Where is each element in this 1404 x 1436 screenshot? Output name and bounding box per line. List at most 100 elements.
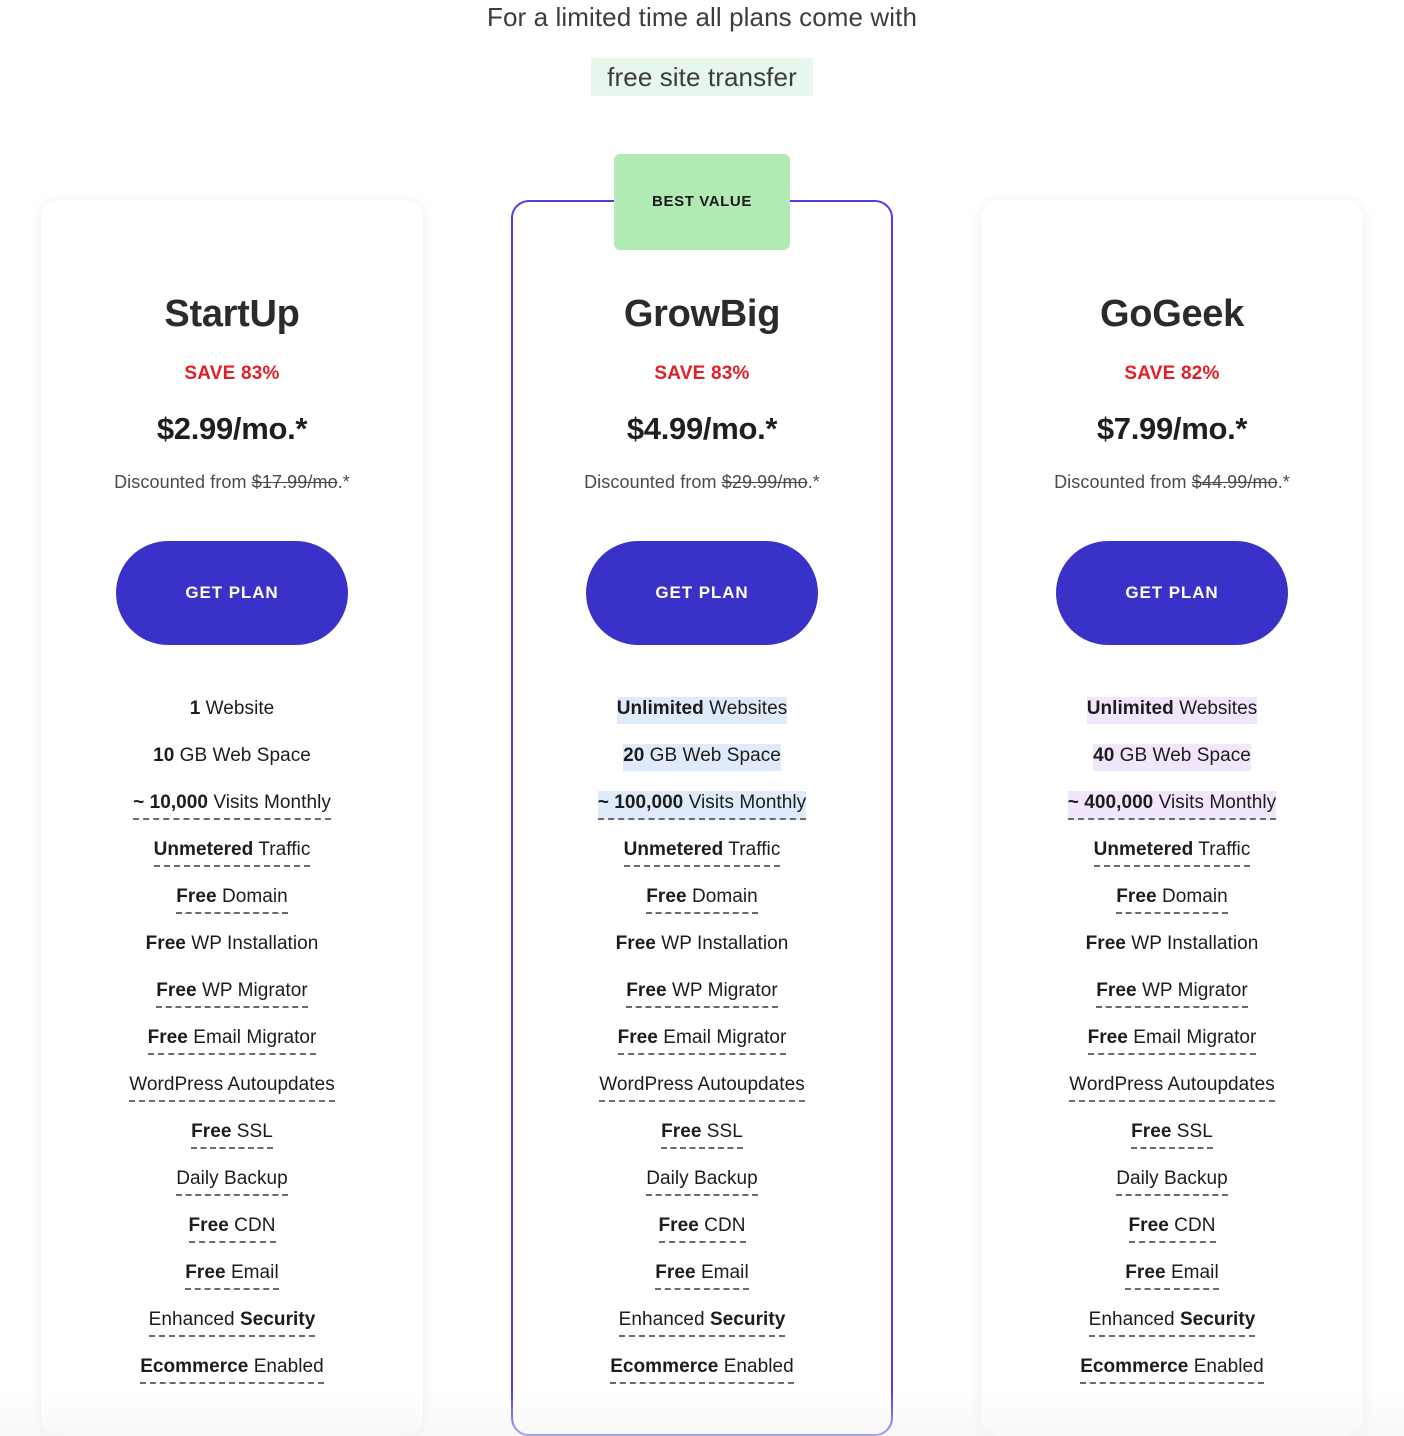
feature-rest: GB Web Space	[174, 745, 311, 766]
feature-rest: Email Migrator	[657, 1027, 787, 1048]
get-plan-button[interactable]: GET PLAN	[1056, 541, 1288, 645]
feature-text[interactable]: Free WP Migrator	[156, 979, 308, 1008]
feature-emphasis: 1	[189, 698, 201, 719]
feature-text[interactable]: Free Email	[1125, 1261, 1219, 1290]
feature-emphasis: 40	[1093, 745, 1115, 766]
discount-original-price: $29.99/mo	[721, 472, 808, 492]
feature-rest: Daily Backup	[646, 1168, 758, 1189]
feature-text[interactable]: Unmetered Traffic	[1093, 838, 1251, 867]
feature-text[interactable]: Free Email Migrator	[617, 1026, 787, 1055]
feature-item: Free WP Migrator	[67, 979, 397, 1026]
feature-item: Free Email	[67, 1261, 397, 1308]
feature-text[interactable]: Enhanced Security	[148, 1308, 316, 1337]
feature-rest: Enhanced	[618, 1309, 710, 1330]
feature-rest: Email	[1165, 1262, 1219, 1283]
feature-emphasis: Free	[1096, 980, 1137, 1001]
feature-rest: Email	[695, 1262, 749, 1283]
feature-text[interactable]: Free SSL	[191, 1120, 273, 1149]
feature-item: Daily Backup	[1007, 1167, 1337, 1214]
feature-item: Free Email Migrator	[67, 1026, 397, 1073]
feature-emphasis: Free	[646, 886, 687, 907]
promo-header: For a limited time all plans come with f…	[0, 0, 1404, 96]
feature-text[interactable]: Free SSL	[661, 1120, 743, 1149]
feature-text[interactable]: Unmetered Traffic	[153, 838, 311, 867]
feature-rest: Domain	[216, 886, 288, 907]
pricing-card-list: StartUp SAVE 83% $2.99/mo.* Discounted from…	[0, 154, 1404, 1436]
promo-headline: For a limited time all plans come with	[486, 2, 918, 32]
feature-text[interactable]: Enhanced Security	[1088, 1308, 1256, 1337]
discount-suffix: .*	[337, 472, 350, 492]
feature-text[interactable]: Free Domain	[1116, 885, 1228, 914]
feature-item: 1 Website	[67, 697, 397, 744]
feature-item: WordPress Autoupdates	[1007, 1073, 1337, 1120]
discount-original-price: $17.99/mo	[251, 472, 338, 492]
feature-text: Free WP Installation	[1086, 932, 1259, 959]
feature-rest: Email Migrator	[187, 1027, 317, 1048]
feature-item: Unlimited Websites	[1007, 697, 1337, 744]
feature-text[interactable]: Free WP Migrator	[1096, 979, 1248, 1008]
feature-item: Free WP Installation	[1007, 932, 1337, 979]
feature-item: 20 GB Web Space	[539, 744, 865, 791]
feature-item: Free SSL	[539, 1120, 865, 1167]
feature-emphasis: Free	[145, 933, 186, 954]
feature-text[interactable]: Ecommerce Enabled	[610, 1355, 794, 1384]
feature-text[interactable]: Free Domain	[646, 885, 758, 914]
feature-emphasis-trailing: Security	[1179, 1309, 1256, 1330]
feature-text[interactable]: Free CDN	[1128, 1214, 1216, 1243]
feature-rest: Traffic	[1193, 839, 1251, 860]
feature-item: Unmetered Traffic	[1007, 838, 1337, 885]
feature-text[interactable]: ~ 10,000 Visits Monthly	[133, 791, 331, 820]
feature-text[interactable]: ~ 400,000 Visits Monthly	[1067, 791, 1277, 820]
feature-emphasis: ~ 10,000	[133, 792, 208, 813]
feature-text[interactable]: Daily Backup	[646, 1167, 758, 1196]
feature-text: 1 Website	[190, 697, 275, 724]
feature-emphasis: Free	[1131, 1121, 1172, 1142]
feature-text[interactable]: WordPress Autoupdates	[129, 1073, 335, 1102]
feature-text[interactable]: Ecommerce Enabled	[140, 1355, 324, 1384]
feature-rest: WP Installation	[185, 933, 319, 954]
feature-emphasis: Free	[188, 1215, 229, 1236]
feature-rest: GB Web Space	[1114, 745, 1251, 766]
feature-text[interactable]: ~ 100,000 Visits Monthly	[597, 791, 807, 820]
feature-text[interactable]: Free CDN	[188, 1214, 276, 1243]
feature-text[interactable]: Free Email Migrator	[147, 1026, 317, 1055]
feature-item: Enhanced Security	[67, 1308, 397, 1355]
get-plan-button[interactable]: GET PLAN	[586, 541, 818, 645]
feature-text[interactable]: Free Email	[185, 1261, 279, 1290]
feature-item: Unlimited Websites	[539, 697, 865, 744]
feature-text[interactable]: Free CDN	[658, 1214, 746, 1243]
get-plan-button[interactable]: GET PLAN	[116, 541, 348, 645]
discount-suffix: .*	[807, 472, 820, 492]
feature-text[interactable]: Daily Backup	[1116, 1167, 1228, 1196]
feature-item: 10 GB Web Space	[67, 744, 397, 791]
feature-item: Daily Backup	[67, 1167, 397, 1214]
feature-text[interactable]: WordPress Autoupdates	[599, 1073, 805, 1102]
feature-text[interactable]: Free Domain	[176, 885, 288, 914]
feature-emphasis: Free	[1125, 1262, 1166, 1283]
feature-rest: Enhanced	[1088, 1309, 1180, 1330]
feature-emphasis: Unlimited	[1086, 698, 1174, 719]
feature-rest: CDN	[1168, 1215, 1216, 1236]
feature-text[interactable]: Free SSL	[1131, 1120, 1213, 1149]
pricing-card-growbig: BEST VALUE GrowBig SAVE 83% $4.99/mo.* Disco…	[511, 154, 893, 1436]
feature-text[interactable]: Free Email Migrator	[1087, 1026, 1257, 1055]
discount-suffix: .*	[1277, 472, 1290, 492]
feature-rest: WordPress Autoupdates	[129, 1074, 335, 1095]
cta-wrapper: GET PLAN	[67, 541, 397, 645]
feature-text[interactable]: Daily Backup	[176, 1167, 288, 1196]
feature-text[interactable]: Ecommerce Enabled	[1080, 1355, 1264, 1384]
feature-item: Free CDN	[1007, 1214, 1337, 1261]
feature-item: Ecommerce Enabled	[539, 1355, 865, 1402]
feature-item: Free Email Migrator	[539, 1026, 865, 1073]
feature-text: 20 GB Web Space	[623, 744, 781, 771]
plan-discount-note: Discounted from $29.99/mo.*	[539, 472, 865, 493]
feature-emphasis: Free	[658, 1215, 699, 1236]
feature-text[interactable]: Enhanced Security	[618, 1308, 786, 1337]
feature-item: Ecommerce Enabled	[1007, 1355, 1337, 1402]
feature-text[interactable]: Unmetered Traffic	[623, 838, 781, 867]
feature-text[interactable]: Free Email	[655, 1261, 749, 1290]
feature-emphasis: Ecommerce	[610, 1356, 719, 1377]
feature-text[interactable]: WordPress Autoupdates	[1069, 1073, 1275, 1102]
feature-text[interactable]: Free WP Migrator	[626, 979, 778, 1008]
promo-badge-wrapper: free site transfer	[0, 58, 1404, 96]
